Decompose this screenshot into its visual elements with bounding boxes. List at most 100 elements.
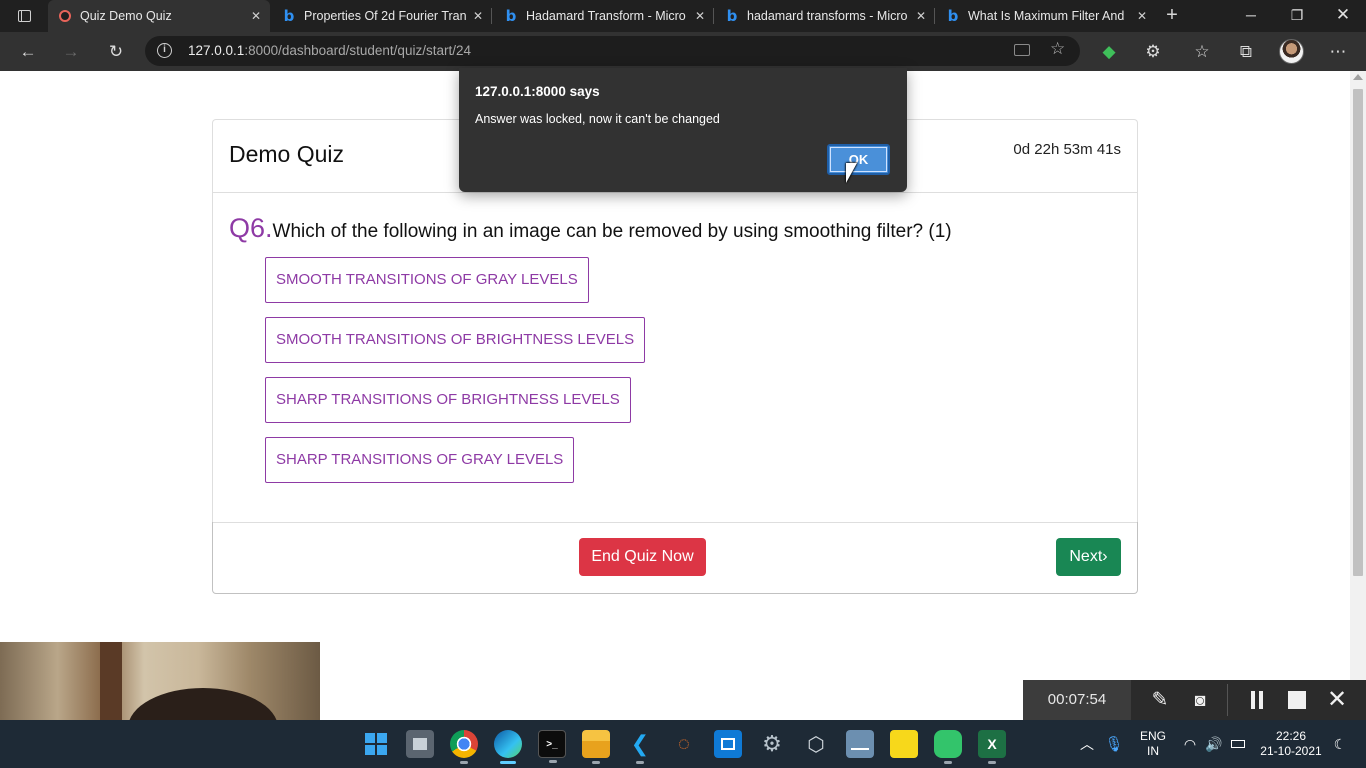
recording-time: 00:07:54 [1023,680,1131,720]
question: Q6.Which of the following in an image ca… [229,213,952,244]
wifi-icon[interactable]: ◠ [1180,720,1200,768]
language-indicator[interactable]: ENG IN [1136,720,1170,768]
alert-message: Answer was locked, now it can't be chang… [475,112,720,126]
task-view-icon[interactable] [406,730,434,758]
settings-icon[interactable]: ⚙ [758,730,786,758]
close-recorder-icon[interactable]: ✕ [1323,686,1351,714]
store-icon[interactable] [714,730,742,758]
tab-separator [934,8,935,24]
quiz-title: Demo Quiz [229,141,345,167]
extension-icon[interactable]: ◆ [1095,38,1123,66]
clock[interactable]: 22:26 21-10-2021 [1256,720,1326,768]
collections-icon[interactable]: ⧉ [1232,38,1260,66]
tab-separator [713,8,714,24]
sticky-notes-icon[interactable] [890,730,918,758]
extensions-puzzle-icon[interactable]: ⚙ [1139,38,1167,66]
question-number: Q6. [229,213,273,243]
excel-icon[interactable]: X [978,730,1006,764]
jupyter-icon[interactable]: ◌ [670,730,698,758]
mouse-cursor-icon [846,163,857,183]
tab-fourier[interactable]: b Properties Of 2d Fourier Tran ✕ [272,0,492,32]
tab-close-icon[interactable]: ✕ [246,9,266,23]
scroll-up-icon[interactable] [1353,74,1363,80]
resource-monitor-icon[interactable] [846,730,874,758]
page-scrollbar[interactable] [1350,71,1366,720]
minimize-button[interactable]: ─ [1228,0,1274,32]
tab-hadamard-2[interactable]: b hadamard transforms - Micro ✕ [715,0,935,32]
volume-icon[interactable]: 🔊 [1204,720,1224,768]
tab-actions-icon[interactable] [10,7,38,25]
alert-ok-button[interactable]: OK [827,144,890,175]
terminal-icon[interactable]: >_ [538,730,566,763]
add-favorite-icon[interactable]: ☆ [1050,39,1065,59]
bing-icon: b [726,7,738,25]
tab-title: What Is Maximum Filter And [968,9,1125,23]
option-3[interactable]: SHARP TRANSITIONS OF BRIGHTNESS LEVELS [265,377,631,423]
bing-icon: b [505,7,517,25]
address-bar[interactable]: i 127.0.0.1:8000/dashboard/student/quiz/… [145,36,1080,66]
camera-icon[interactable] [1014,44,1030,56]
windows-taskbar: >_ ❮ ◌ ⚙ ⬡ X ︿ 🎙 ENG IN ◠ 🔊 22:26 21-10-… [0,720,1366,768]
virtualbox-icon[interactable]: ⬡ [802,730,830,758]
restore-button[interactable]: ❐ [1274,0,1320,32]
back-button[interactable]: ← [14,38,42,66]
bing-icon: b [283,7,295,25]
close-window-button[interactable]: ✕ [1320,0,1366,32]
bing-icon: b [947,7,959,25]
end-quiz-button[interactable]: End Quiz Now [579,538,706,576]
pen-icon[interactable]: ✎ [1146,686,1174,714]
tab-close-icon[interactable]: ✕ [690,9,710,23]
lang-top: ENG [1139,729,1166,743]
tab-title: hadamard transforms - Micro [747,9,908,23]
question-text: Which of the following in an image can b… [272,221,952,242]
lang-bottom: IN [1147,744,1159,758]
site-info-icon[interactable]: i [157,43,172,58]
edge-icon[interactable] [494,730,522,764]
show-hidden-icons[interactable]: ︿ [1076,720,1098,768]
tab-close-icon[interactable]: ✕ [468,9,488,23]
file-explorer-icon[interactable] [582,730,610,764]
tab-title: Properties Of 2d Fourier Tran [304,9,467,23]
tab-title: Hadamard Transform - Micro [526,9,686,23]
new-tab-button[interactable]: + [1160,4,1184,28]
battery-icon[interactable] [1228,720,1248,768]
screen-recorder-app-icon[interactable] [934,730,962,764]
favorites-icon[interactable]: ☆ [1188,38,1216,66]
tab-maximum-filter[interactable]: b What Is Maximum Filter And ✕ [936,0,1156,32]
camera-snapshot-icon[interactable]: ◙ [1186,686,1214,714]
tab-close-icon[interactable]: ✕ [1132,9,1152,23]
chrome-icon[interactable] [450,730,478,764]
vscode-icon[interactable]: ❮ [626,730,654,764]
option-2[interactable]: SMOOTH TRANSITIONS OF BRIGHTNESS LEVELS [265,317,646,363]
quiz-card-footer: End Quiz Now Next› [212,522,1138,594]
recorder-divider [1227,684,1228,716]
webcam-person [128,688,278,720]
browser-toolbar: ← → ↻ i 127.0.0.1:8000/dashboard/student… [0,32,1366,71]
url-text[interactable]: 127.0.0.1:8000/dashboard/student/quiz/st… [188,43,471,58]
webcam-curtain [100,642,122,720]
more-menu-icon[interactable]: ⋯ [1324,38,1352,66]
tab-hadamard-1[interactable]: b Hadamard Transform - Micro ✕ [494,0,714,32]
next-button[interactable]: Next› [1056,538,1121,576]
alert-title: 127.0.0.1:8000 says [475,84,600,99]
clock-time: 22:26 [1275,729,1307,743]
clock-date: 21-10-2021 [1260,744,1322,758]
option-4[interactable]: SHARP TRANSITIONS OF GRAY LEVELS [265,437,575,483]
profile-avatar[interactable] [1279,39,1304,64]
scroll-thumb[interactable] [1353,89,1363,576]
microphone-icon[interactable]: 🎙 [1103,720,1125,768]
option-1[interactable]: SMOOTH TRANSITIONS OF GRAY LEVELS [265,257,589,303]
webcam-overlay [0,642,320,720]
forward-button[interactable]: → [57,38,85,66]
refresh-button[interactable]: ↻ [102,38,130,66]
tab-quiz[interactable]: Quiz Demo Quiz ✕ [48,0,270,32]
tab-close-icon[interactable]: ✕ [911,9,931,23]
tab-title: Quiz Demo Quiz [80,9,172,23]
alert-dialog: 127.0.0.1:8000 says Answer was locked, n… [459,68,907,192]
stop-icon[interactable] [1283,686,1311,714]
pause-icon[interactable] [1243,686,1271,714]
quiz-timer: 0d 22h 53m 41s [1013,141,1121,158]
focus-assist-moon-icon[interactable]: ☾ [1330,720,1350,768]
screen-recorder-bar: 00:07:54 ✎ ◙ ✕ [1023,680,1366,720]
start-windows-icon[interactable] [362,730,390,758]
